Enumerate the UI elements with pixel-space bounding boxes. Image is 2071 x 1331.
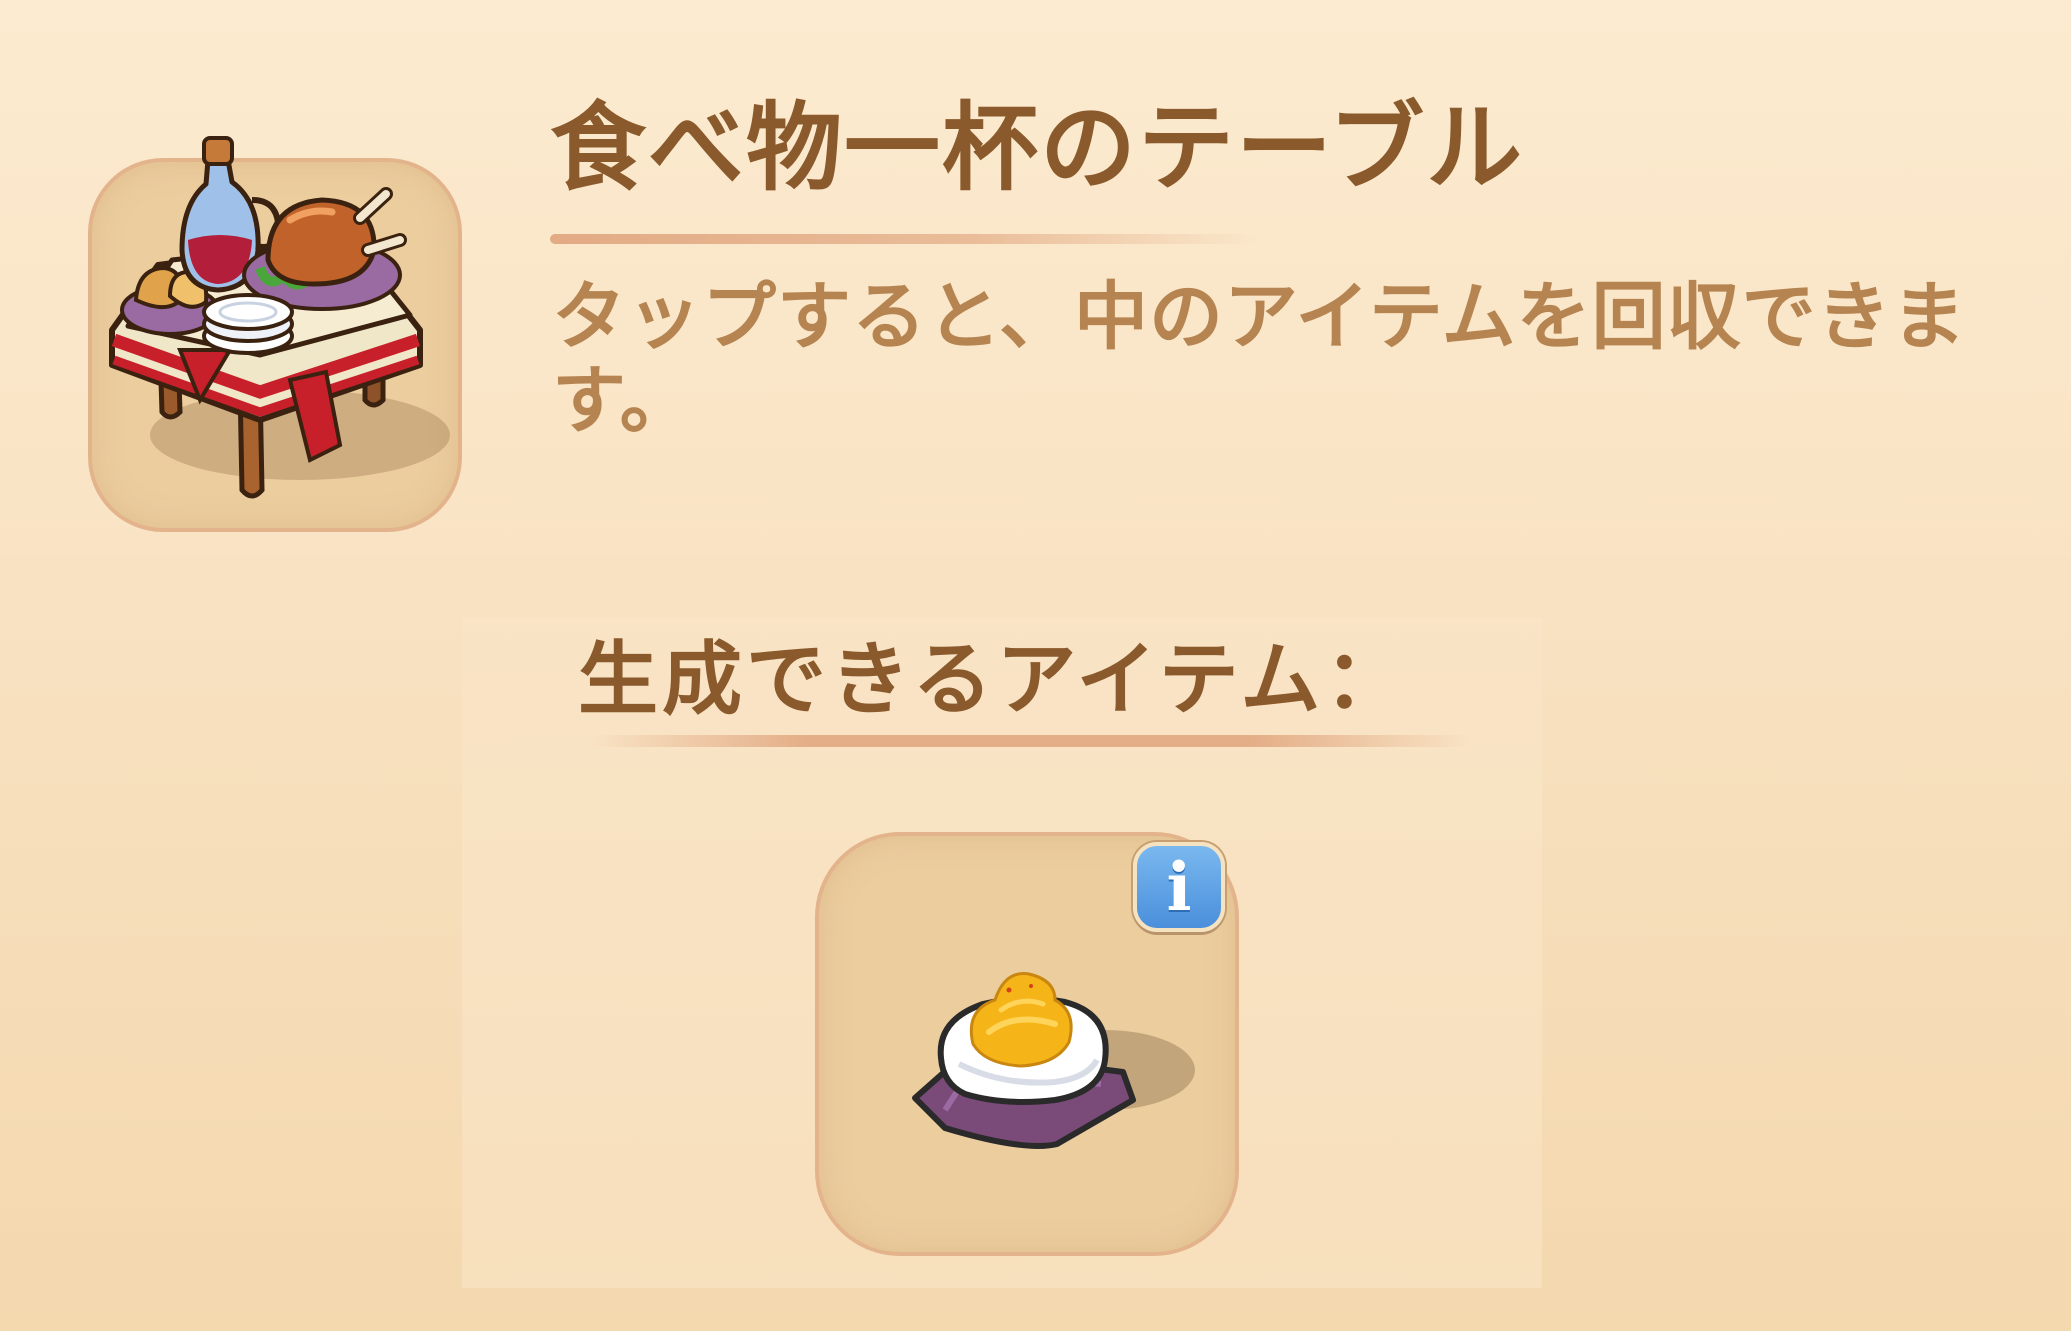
info-icon: i (1166, 848, 1192, 926)
generation-underline (590, 735, 1470, 747)
title-underline (550, 234, 1260, 244)
item-description: タップすると、中のアイテムを回収できます。 (552, 274, 1967, 444)
food-table-icon (109, 136, 450, 499)
deviled-egg-icon (912, 972, 1195, 1149)
generation-label: 生成できるアイテム： (578, 633, 1409, 726)
info-button[interactable]: i (1133, 842, 1225, 932)
item-title: 食べ物一杯のテーブル (550, 92, 1525, 204)
